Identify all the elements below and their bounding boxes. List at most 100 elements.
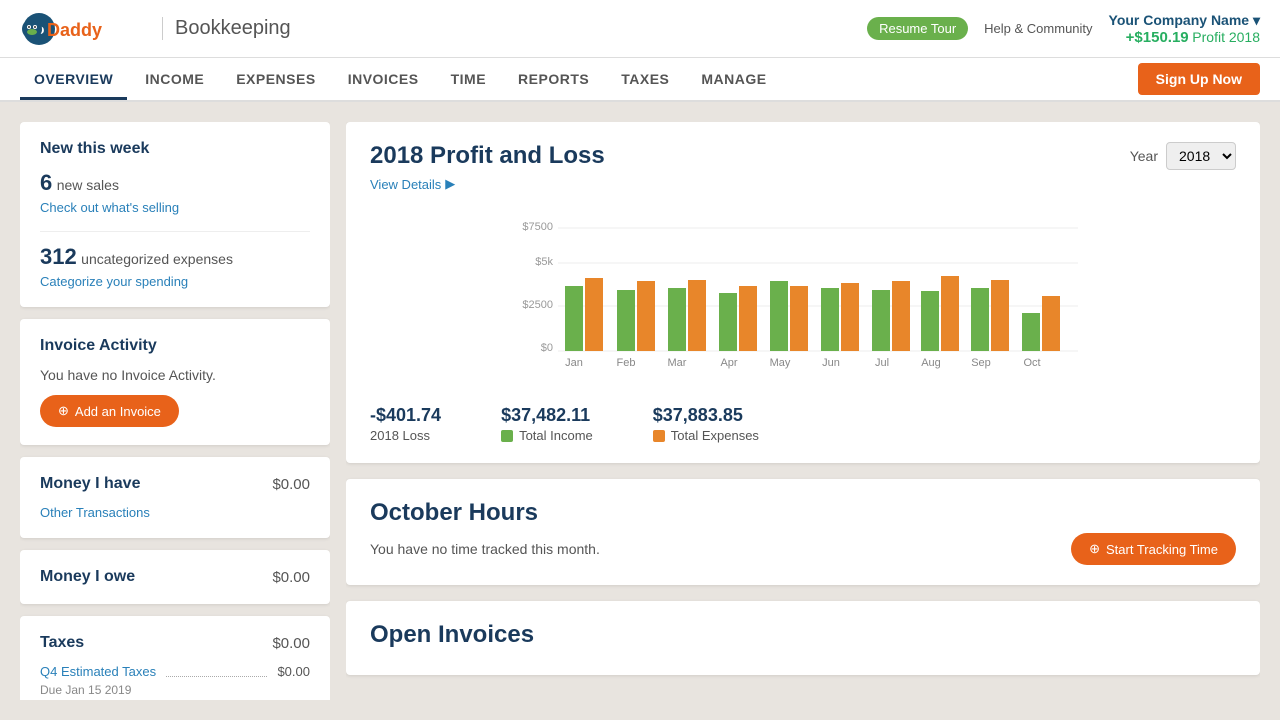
add-invoice-button[interactable]: ⊕ Add an Invoice — [40, 395, 179, 427]
svg-text:$7500: $7500 — [522, 221, 553, 233]
taxes-header: Taxes $0.00 — [40, 634, 310, 652]
nav-overview[interactable]: OVERVIEW — [20, 61, 127, 100]
open-invoices-title: Open Invoices — [370, 621, 1236, 649]
profit-label: Profit 2018 — [1192, 29, 1260, 45]
expenses-stat: $37,883.85 Total Expenses — [653, 405, 759, 443]
money-have-amount: $0.00 — [272, 476, 310, 493]
nav-bar: OVERVIEW INCOME EXPENSES INVOICES TIME R… — [0, 58, 1280, 102]
q4-due-date: Due Jan 15 2019 — [40, 683, 310, 697]
company-name: Your Company Name ▾ — [1109, 12, 1260, 29]
svg-text:$2500: $2500 — [522, 299, 553, 311]
chart-header: 2018 Profit and Loss View Details ▶ Year… — [370, 142, 1236, 208]
start-tracking-button[interactable]: ⊕ Start Tracking Time — [1071, 533, 1236, 565]
income-value: $37,482.11 — [501, 405, 593, 426]
sales-label: new sales — [57, 177, 119, 193]
track-time-label: Start Tracking Time — [1106, 542, 1218, 557]
sales-section: 6 new sales Check out what's selling — [40, 170, 310, 215]
profit-loss-card: 2018 Profit and Loss View Details ▶ Year… — [346, 122, 1260, 463]
top-right: Resume Tour Help & Community Your Compan… — [867, 12, 1260, 46]
svg-text:Jan: Jan — [565, 357, 583, 369]
loss-value: -$401.74 — [370, 405, 441, 426]
nav-time[interactable]: TIME — [437, 61, 500, 97]
sales-count: 6 — [40, 170, 52, 195]
money-owe-header: Money I owe $0.00 — [40, 568, 310, 586]
svg-text:Feb: Feb — [617, 357, 636, 369]
q4-tax-amount: $0.00 — [277, 664, 310, 679]
uncategorized-count: 312 — [40, 244, 77, 269]
svg-text:Apr: Apr — [720, 357, 737, 369]
resume-tour-button[interactable]: Resume Tour — [867, 17, 968, 40]
q4-tax-row: Q4 Estimated Taxes $0.00 — [40, 664, 310, 679]
new-this-week-card: New this week 6 new sales Check out what… — [20, 122, 330, 307]
logo-area: Go Daddy Bookkeeping — [20, 10, 291, 48]
view-details-link[interactable]: View Details ▶ — [370, 176, 605, 192]
taxes-amount: $0.00 — [272, 635, 310, 652]
logo: Go Daddy — [20, 10, 150, 48]
money-have-title: Money I have — [40, 475, 140, 493]
app-name: Bookkeeping — [162, 17, 291, 40]
expenses-label: Total Expenses — [653, 428, 759, 443]
add-invoice-label: Add an Invoice — [75, 404, 161, 419]
no-time-text: You have no time tracked this month. — [370, 541, 600, 557]
year-selector: Year 2018 2017 2016 — [1130, 142, 1236, 170]
money-owe-amount: $0.00 — [272, 569, 310, 586]
q4-tax-name[interactable]: Q4 Estimated Taxes — [40, 664, 156, 679]
svg-text:Jun: Jun — [822, 357, 840, 369]
invoice-activity-card: Invoice Activity You have no Invoice Act… — [20, 319, 330, 445]
invoice-activity-text: You have no Invoice Activity. — [40, 367, 310, 383]
chart-title-area: 2018 Profit and Loss View Details ▶ — [370, 142, 605, 208]
svg-text:Sep: Sep — [971, 357, 991, 369]
chart-stats: -$401.74 2018 Loss $37,482.11 Total Inco… — [370, 405, 1236, 443]
money-have-header: Money I have $0.00 — [40, 475, 310, 493]
year-label: Year — [1130, 148, 1158, 164]
check-selling-link[interactable]: Check out what's selling — [40, 200, 310, 215]
nav-manage[interactable]: MANAGE — [687, 61, 780, 97]
taxes-title: Taxes — [40, 634, 84, 652]
profit-line: +$150.19 Profit 2018 — [1109, 29, 1260, 46]
svg-text:Aug: Aug — [921, 357, 941, 369]
money-have-card: Money I have $0.00 Other Transactions — [20, 457, 330, 538]
top-bar: Go Daddy Bookkeeping Resume Tour Help & … — [0, 0, 1280, 58]
svg-text:Daddy: Daddy — [47, 20, 102, 40]
money-owe-title: Money I owe — [40, 568, 135, 586]
october-hours-card: October Hours You have no time tracked t… — [346, 479, 1260, 585]
income-legend-dot — [501, 430, 513, 442]
expenses-legend-dot — [653, 430, 665, 442]
categorize-link[interactable]: Categorize your spending — [40, 274, 310, 289]
open-invoices-card: Open Invoices — [346, 601, 1260, 675]
hours-content: You have no time tracked this month. ⊕ S… — [370, 533, 1236, 565]
uncategorized-section: 312 uncategorized expenses Categorize yo… — [40, 244, 310, 289]
loss-label: 2018 Loss — [370, 428, 441, 443]
chart-container: $7500 $5k $2500 $0 — [370, 218, 1236, 393]
taxes-card: Taxes $0.00 Q4 Estimated Taxes $0.00 Due… — [20, 616, 330, 700]
loss-stat: -$401.74 2018 Loss — [370, 405, 441, 443]
add-invoice-icon: ⊕ — [58, 403, 69, 419]
nav-invoices[interactable]: INVOICES — [334, 61, 433, 97]
tax-dots — [166, 667, 267, 677]
signup-button[interactable]: Sign Up Now — [1138, 63, 1260, 95]
taxes-list: Q4 Estimated Taxes $0.00 Due Jan 15 2019 — [40, 664, 310, 697]
company-area: Your Company Name ▾ +$150.19 Profit 2018 — [1109, 12, 1260, 46]
uncategorized-label: uncategorized expenses — [81, 251, 233, 267]
income-stat: $37,482.11 Total Income — [501, 405, 593, 443]
money-owe-card: Money I owe $0.00 — [20, 550, 330, 604]
other-transactions-link[interactable]: Other Transactions — [40, 505, 310, 520]
help-community-link[interactable]: Help & Community — [984, 21, 1092, 36]
new-this-week-title: New this week — [40, 140, 310, 158]
nav-income[interactable]: INCOME — [131, 61, 218, 97]
expenses-value: $37,883.85 — [653, 405, 759, 426]
svg-text:Mar: Mar — [668, 357, 687, 369]
nav-taxes[interactable]: TAXES — [607, 61, 683, 97]
income-label: Total Income — [501, 428, 593, 443]
svg-text:$0: $0 — [541, 342, 553, 354]
profit-loss-title: 2018 Profit and Loss — [370, 142, 605, 170]
year-select[interactable]: 2018 2017 2016 — [1166, 142, 1236, 170]
profit-loss-chart: $7500 $5k $2500 $0 — [370, 218, 1236, 388]
clock-icon: ⊕ — [1089, 541, 1100, 557]
october-hours-title: October Hours — [370, 499, 1236, 527]
profit-amount: +$150.19 — [1126, 29, 1189, 46]
nav-expenses[interactable]: EXPENSES — [222, 61, 329, 97]
svg-text:May: May — [770, 357, 791, 369]
sidebar: New this week 6 new sales Check out what… — [20, 122, 330, 700]
nav-reports[interactable]: REPORTS — [504, 61, 603, 97]
